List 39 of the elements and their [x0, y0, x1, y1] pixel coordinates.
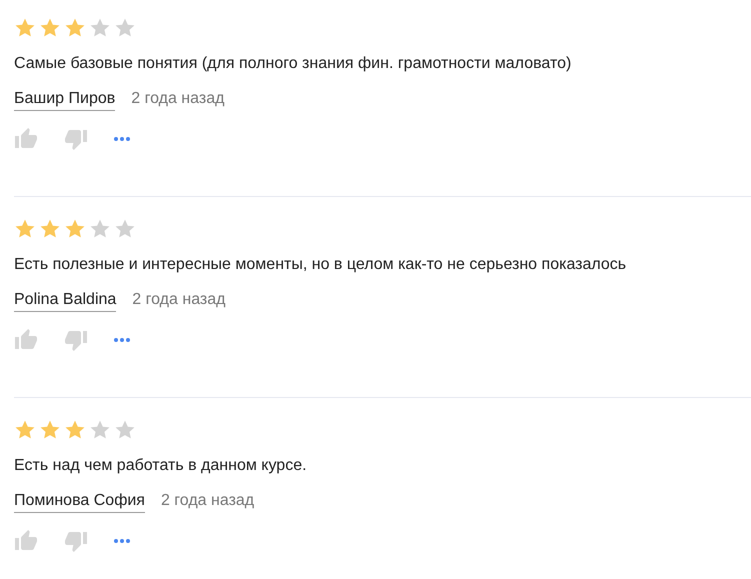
review-text: Есть над чем работать в данном курсе.: [14, 456, 308, 476]
star-icon: [39, 17, 61, 39]
ellipsis-icon: [114, 137, 130, 141]
star-icon: [114, 419, 136, 441]
star-icon: [14, 17, 36, 39]
review-text: Есть полезные и интересные моменты, но в целом как-то не серьезно показалось: [14, 255, 628, 275]
thumbs-up-icon: [14, 127, 38, 151]
dislike-button[interactable]: [64, 529, 88, 553]
star-icon: [64, 17, 86, 39]
review-text: Самые базовые понятия (для полного знания фин. грамотности маловато): [14, 54, 572, 74]
thumbs-down-icon: [64, 127, 88, 151]
star-icon: [39, 218, 61, 240]
star-icon: [114, 17, 136, 39]
review-time: 2 года назад: [132, 290, 226, 310]
author-link[interactable]: Поминова София: [14, 490, 145, 512]
author-link[interactable]: Башир Пиров: [14, 88, 116, 110]
star-icon: [14, 218, 36, 240]
star-icon: [64, 218, 86, 240]
thumbs-up-icon: [14, 328, 38, 352]
star-icon: [39, 419, 61, 441]
ellipsis-icon: [114, 539, 130, 543]
star-icon: [89, 17, 111, 39]
like-button[interactable]: [14, 328, 38, 352]
review-time: 2 года назад: [131, 89, 224, 109]
star-icon: [64, 419, 86, 441]
star-icon: [14, 419, 36, 441]
thumbs-down-icon: [64, 529, 88, 553]
review-time: 2 года назад: [160, 491, 254, 511]
ellipsis-icon: [114, 338, 130, 342]
dislike-button[interactable]: [64, 127, 88, 151]
star-icon: [89, 419, 111, 441]
like-button[interactable]: [14, 127, 38, 151]
author-link[interactable]: Polina Baldina: [14, 288, 116, 312]
thumbs-down-icon: [64, 328, 88, 352]
dislike-button[interactable]: [64, 328, 88, 352]
thumbs-up-icon: [14, 529, 38, 553]
star-icon: [114, 218, 136, 240]
like-button[interactable]: [14, 529, 38, 553]
star-icon: [89, 218, 111, 240]
